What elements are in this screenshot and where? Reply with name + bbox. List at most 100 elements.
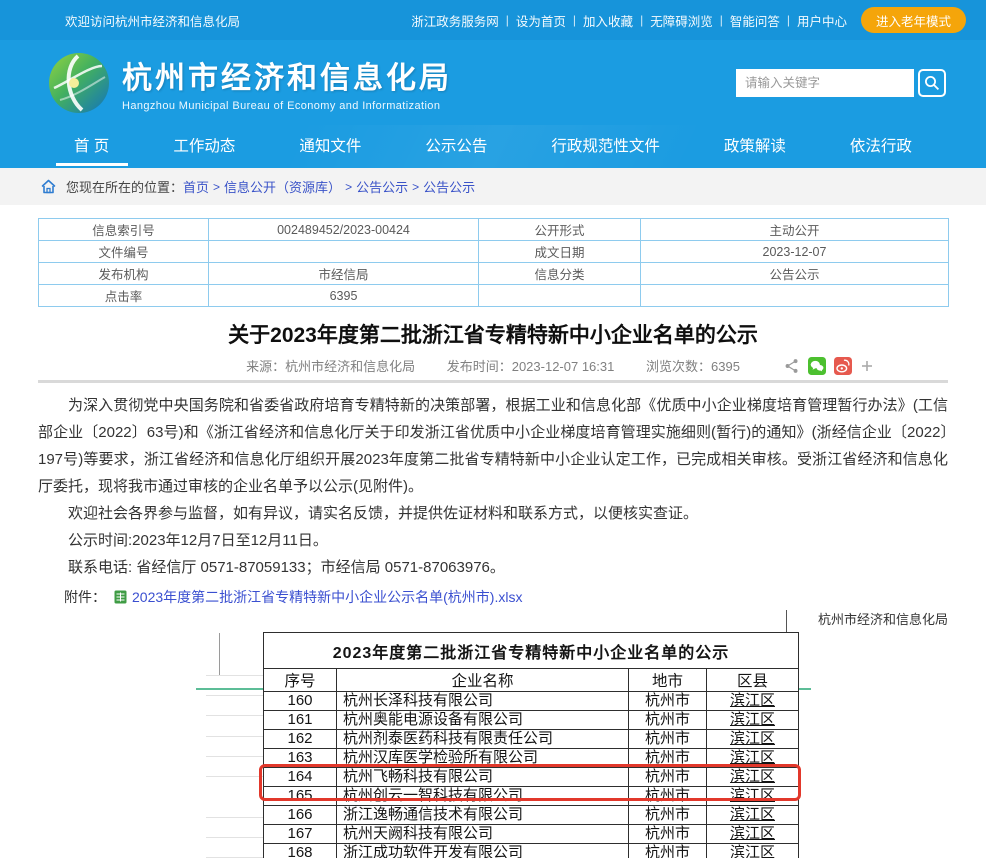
table-cell: 杭州市 <box>629 730 707 749</box>
nav-law-based-administration[interactable]: 依法行政 <box>844 124 918 170</box>
info-value: 公告公示 <box>641 263 949 285</box>
paragraph: 公示时间:2023年12月7日至12月11日。 <box>38 527 948 554</box>
bureau-logo-icon <box>48 52 110 114</box>
info-value: 002489452/2023-00424 <box>209 219 479 241</box>
info-label: 成文日期 <box>479 241 641 263</box>
table-cell: 杭州天阙科技有限公司 <box>337 825 629 844</box>
excel-gridline <box>206 837 263 838</box>
excel-gridline <box>206 756 263 757</box>
table-cell: 滨江区 <box>707 806 799 825</box>
table-cell: 164 <box>264 768 337 787</box>
more-share-icon[interactable] <box>860 359 874 373</box>
table-cell: 杭州汉库医学检验所有限公司 <box>337 749 629 768</box>
welcome-text: 欢迎访问杭州市经济和信息化局 <box>65 11 240 30</box>
table-cell: 166 <box>264 806 337 825</box>
excel-gridline <box>206 695 263 696</box>
article-meta: 来源：杭州市经济和信息化局 发布时间：2023-12-07 16:31 浏览次数… <box>38 356 948 376</box>
separator: | <box>573 13 576 27</box>
info-label: 公开形式 <box>479 219 641 241</box>
topbar-link-accessibility[interactable]: 无障碍浏览 <box>650 11 713 30</box>
breadcrumb-info-disclosure[interactable]: 信息公开（资源库） <box>224 177 341 196</box>
table-cell: 滨江区 <box>707 730 799 749</box>
excel-gridline <box>786 610 787 632</box>
attachment-row: 附件： 2023年度第二批浙江省专精特新中小企业公示名单(杭州市).xlsx <box>38 587 948 607</box>
separator: > <box>345 180 352 194</box>
topbar-link-add-favorite[interactable]: 加入收藏 <box>583 11 633 30</box>
search-bar <box>736 69 946 97</box>
attachment-link[interactable]: 2023年度第二批浙江省专精特新中小企业公示名单(杭州市).xlsx <box>132 587 522 607</box>
attachment-label: 附件： <box>64 587 106 607</box>
topbar-links: 浙江政务服务网 | 设为首页 | 加入收藏 | 无障碍浏览 | 智能问答 | 用… <box>411 7 966 33</box>
nav-policy-interpretation[interactable]: 政策解读 <box>718 124 792 170</box>
info-value <box>641 285 949 307</box>
info-value: 市经信局 <box>209 263 479 285</box>
breadcrumb-announcements-current[interactable]: 公告公示 <box>423 177 475 196</box>
breadcrumb: 您现在所在的位置： 首页 > 信息公开（资源库） > 公告公示 > 公告公示 <box>0 168 986 205</box>
table-cell: 杭州长泽科技有限公司 <box>337 692 629 711</box>
weibo-share-icon[interactable] <box>834 357 852 375</box>
table-cell: 滨江区 <box>707 825 799 844</box>
table-row: 164杭州飞畅科技有限公司杭州市滨江区 <box>264 768 799 787</box>
info-value: 6395 <box>209 285 479 307</box>
topbar-link-set-homepage[interactable]: 设为首页 <box>516 11 566 30</box>
nav-notice-files[interactable]: 通知文件 <box>293 124 367 170</box>
breadcrumb-announcements[interactable]: 公告公示 <box>356 177 408 196</box>
table-row: 160杭州长泽科技有限公司杭州市滨江区 <box>264 692 799 711</box>
announcement-table-image: 2023年度第二批浙江省专精特新中小企业名单的公示 序号 企业名称 地市 区县 … <box>38 628 948 858</box>
wechat-share-icon[interactable] <box>808 357 826 375</box>
table-title: 2023年度第二批浙江省专精特新中小企业名单的公示 <box>264 633 799 669</box>
table-cell: 杭州奥能电源设备有限公司 <box>337 711 629 730</box>
table-cell: 161 <box>264 711 337 730</box>
topbar: 欢迎访问杭州市经济和信息化局 浙江政务服务网 | 设为首页 | 加入收藏 | 无… <box>0 0 986 40</box>
info-label: 点击率 <box>39 285 209 307</box>
topbar-link-zhejiang-gov-portal[interactable]: 浙江政务服务网 <box>411 11 499 30</box>
table-cell: 165 <box>264 787 337 806</box>
separator: | <box>720 13 723 27</box>
info-label: 信息分类 <box>479 263 641 285</box>
table-row: 162杭州剂泰医药科技有限责任公司杭州市滨江区 <box>264 730 799 749</box>
separator: | <box>787 13 790 27</box>
table-cell: 浙江逸畅通信技术有限公司 <box>337 806 629 825</box>
paragraph: 联系电话: 省经信厅 0571-87059133；市经信局 0571-87063… <box>38 554 948 581</box>
excel-gridline <box>206 817 263 818</box>
elder-mode-button[interactable]: 进入老年模式 <box>861 7 966 33</box>
table-cell: 滨江区 <box>707 768 799 787</box>
info-value: 主动公开 <box>641 219 949 241</box>
nav-work-news[interactable]: 工作动态 <box>167 124 241 170</box>
breadcrumb-prefix: 您现在所在的位置： <box>66 177 183 196</box>
column-header-district: 区县 <box>707 669 799 692</box>
article-body: 为深入贯彻党中央国务院和省委省政府培育专精特新的决策部署，根据工业和信息化部《优… <box>38 392 948 581</box>
topbar-link-smart-qa[interactable]: 智能问答 <box>730 11 780 30</box>
site-header: 杭州市经济和信息化局 Hangzhou Municipal Bureau of … <box>0 40 986 125</box>
table-cell: 167 <box>264 825 337 844</box>
meta-source: 来源：杭州市经济和信息化局 <box>246 359 415 374</box>
table-cell: 滨江区 <box>707 844 799 858</box>
excel-gridline <box>206 715 263 716</box>
nav-administrative-normative-documents[interactable]: 行政规范性文件 <box>545 124 666 170</box>
breadcrumb-home[interactable]: 首页 <box>183 177 209 196</box>
table-cell: 杭州市 <box>629 806 707 825</box>
nav-home[interactable]: 首 页 <box>68 124 115 170</box>
excel-gridline <box>206 736 263 737</box>
table-cell: 杭州市 <box>629 825 707 844</box>
search-input[interactable] <box>736 69 914 97</box>
table-cell: 杭州市 <box>629 692 707 711</box>
share-icon[interactable] <box>784 358 800 374</box>
table-cell: 163 <box>264 749 337 768</box>
main-nav: 首 页 工作动态 通知文件 公示公告 行政规范性文件 政策解读 依法行政 <box>0 125 986 168</box>
brand: 杭州市经济和信息化局 Hangzhou Municipal Bureau of … <box>48 52 452 114</box>
info-value: 2023-12-07 <box>641 241 949 263</box>
topbar-link-user-center[interactable]: 用户中心 <box>797 11 847 30</box>
separator: | <box>506 13 509 27</box>
column-header-serial: 序号 <box>264 669 337 692</box>
table-cell: 杭州市 <box>629 749 707 768</box>
paragraph: 欢迎社会各界参与监督，如有异议，请实名反馈，并提供佐证材料和联系方式，以便核实查… <box>38 500 948 527</box>
search-button[interactable] <box>918 69 946 97</box>
table-cell: 162 <box>264 730 337 749</box>
table-cell: 杭州剂泰医药科技有限责任公司 <box>337 730 629 749</box>
column-header-city: 地市 <box>629 669 707 692</box>
search-icon <box>924 75 940 91</box>
site-subtitle: Hangzhou Municipal Bureau of Economy and… <box>122 100 452 112</box>
nav-public-announcements[interactable]: 公示公告 <box>419 124 493 170</box>
company-list-table: 2023年度第二批浙江省专精特新中小企业名单的公示 序号 企业名称 地市 区县 … <box>263 632 799 858</box>
